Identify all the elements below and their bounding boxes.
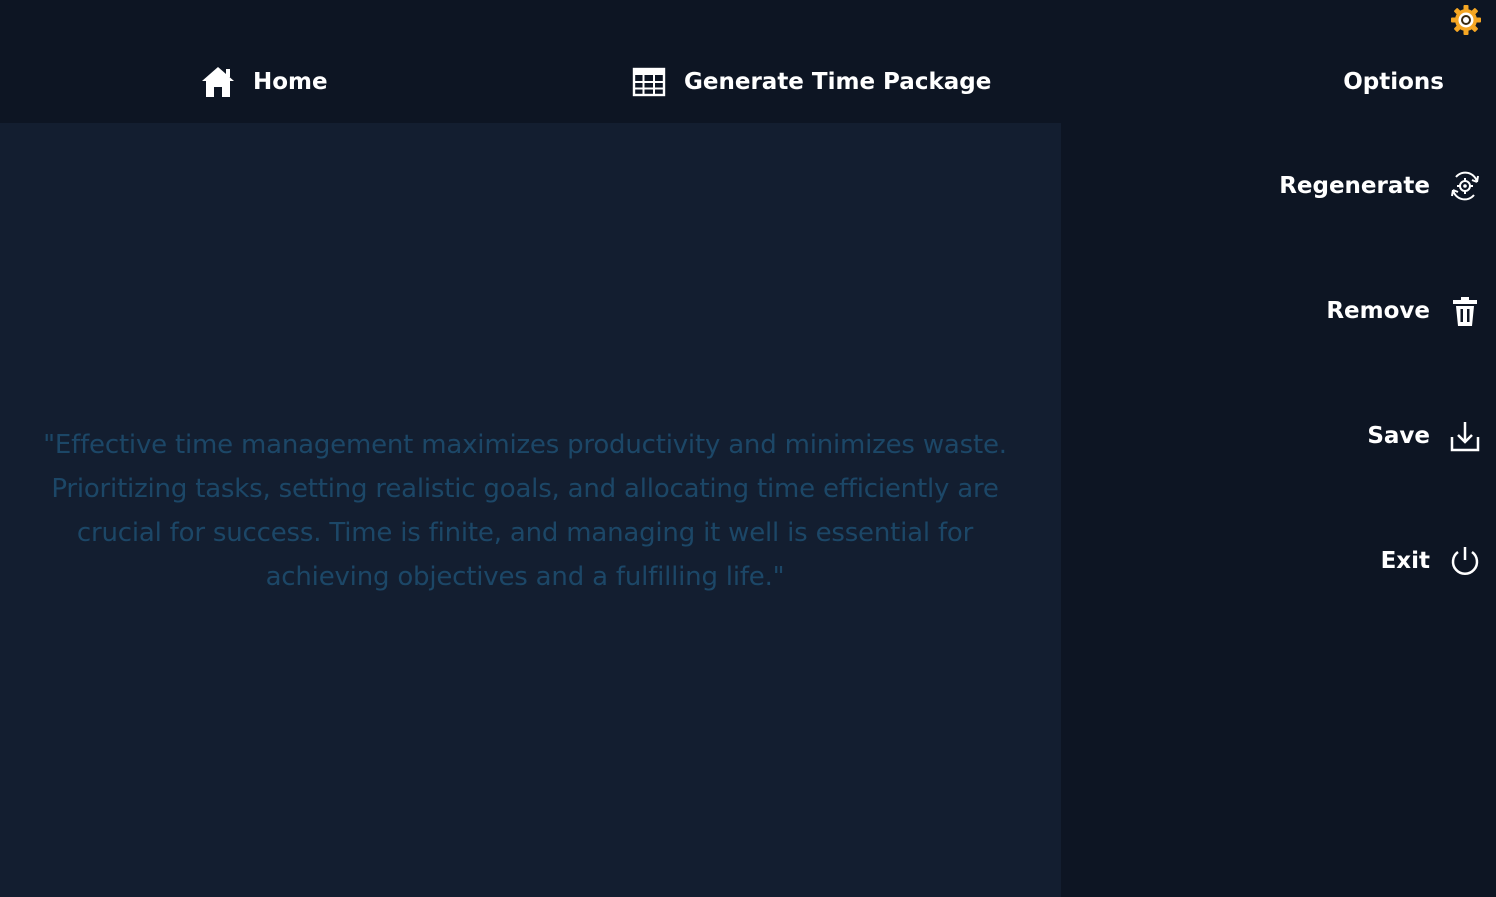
nav-home[interactable]: Home xyxy=(200,62,328,102)
app-window: Home Generate Time Package "Effective ti… xyxy=(0,0,1496,897)
download-icon xyxy=(1448,419,1482,453)
save-label: Save xyxy=(1367,423,1430,449)
save-button[interactable]: Save xyxy=(1367,416,1482,456)
remove-label: Remove xyxy=(1326,298,1430,324)
nav-home-label: Home xyxy=(253,69,328,95)
gear-icon[interactable] xyxy=(1450,4,1482,36)
main-content-panel: "Effective time management maximizes pro… xyxy=(0,123,1061,897)
trash-icon xyxy=(1448,294,1482,328)
nav-generate-label: Generate Time Package xyxy=(684,69,992,95)
nav-generate-time-package[interactable]: Generate Time Package xyxy=(631,62,991,102)
regenerate-button[interactable]: Regenerate xyxy=(1279,166,1482,206)
quote-text: "Effective time management maximizes pro… xyxy=(43,430,1007,592)
home-icon xyxy=(200,64,236,100)
power-icon xyxy=(1448,544,1482,578)
exit-button[interactable]: Exit xyxy=(1381,541,1482,581)
table-grid-icon xyxy=(631,64,667,100)
top-navigation: Home Generate Time Package xyxy=(0,0,1061,123)
remove-button[interactable]: Remove xyxy=(1326,291,1482,331)
options-title: Options xyxy=(1343,69,1444,95)
regenerate-label: Regenerate xyxy=(1279,173,1430,199)
options-sidebar: Options Regenerate Remove Save Exit xyxy=(1061,0,1496,897)
exit-label: Exit xyxy=(1380,548,1430,574)
regenerate-icon xyxy=(1448,169,1482,203)
